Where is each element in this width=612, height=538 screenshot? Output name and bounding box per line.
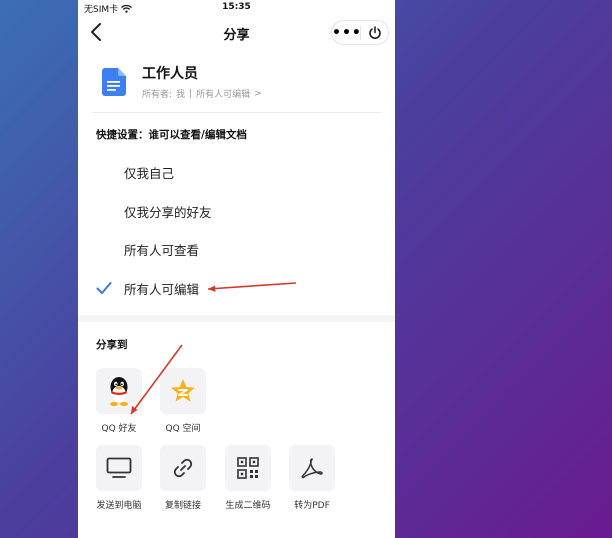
option-shared-friends[interactable]: 仅我分享的好友 <box>78 192 395 230</box>
qq-penguin-icon <box>110 377 128 406</box>
share-tile <box>96 445 142 491</box>
chevron-right-icon: > <box>254 88 262 99</box>
document-meta[interactable]: 所有者: 我 | 所有人可编辑 > <box>142 87 262 101</box>
owner-name: 我 <box>176 90 186 100</box>
checkmark-icon <box>96 282 112 294</box>
share-caption: 转为PDF <box>294 501 330 511</box>
option-label: 所有人可查看 <box>124 243 200 258</box>
option-label: 所有人可编辑 <box>124 282 200 297</box>
status-bar: 无SIM卡 15:35 <box>78 0 395 16</box>
permission-text: 所有人可编辑 <box>196 90 251 100</box>
share-qq-zone[interactable]: QQ 空间 <box>146 368 210 438</box>
share-to-pdf[interactable]: 转为PDF <box>275 445 339 515</box>
option-label: 仅我分享的好友 <box>124 205 212 220</box>
owner-label: 所有者: <box>142 90 173 100</box>
option-only-me[interactable]: 仅我自己 <box>78 153 395 191</box>
share-tile <box>160 445 206 491</box>
share-to-label: 分享到 <box>96 339 128 351</box>
header-divider <box>92 112 381 113</box>
share-tile <box>160 368 206 414</box>
meta-separator: | <box>189 88 193 99</box>
phone-screen: 无SIM卡 15:35 分享 ••• 工作人员 所有者: 我 | 所有人可编辑 … <box>78 0 395 538</box>
section-separator <box>78 315 395 322</box>
option-everyone-view[interactable]: 所有人可查看 <box>78 230 395 268</box>
share-tile <box>289 445 335 491</box>
monitor-icon <box>106 457 132 478</box>
qrcode-icon <box>237 457 259 479</box>
document-header: 工作人员 所有者: 我 | 所有人可编辑 > <box>78 56 395 112</box>
pdf-icon <box>301 458 323 479</box>
document-icon <box>102 68 126 96</box>
share-copy-link[interactable]: 复制链接 <box>146 445 210 515</box>
option-label: 仅我自己 <box>124 166 175 181</box>
quick-settings-label: 快捷设置：谁可以查看/编辑文档 <box>96 129 247 141</box>
document-title: 工作人员 <box>142 66 198 82</box>
option-everyone-edit[interactable]: 所有人可编辑 <box>78 269 395 307</box>
status-time: 15:35 <box>222 2 251 12</box>
share-qq-friend[interactable]: QQ 好友 <box>82 368 146 438</box>
share-send-to-pc[interactable]: 发送到电脑 <box>82 445 146 515</box>
navigation-bar: 分享 ••• <box>78 16 395 50</box>
share-tile <box>96 368 142 414</box>
power-icon <box>368 25 381 39</box>
close-button[interactable] <box>361 25 388 40</box>
share-caption: QQ 空间 <box>165 424 201 434</box>
more-button[interactable]: ••• <box>332 25 361 41</box>
share-tile <box>225 445 271 491</box>
qzone-star-icon <box>171 379 195 402</box>
link-icon <box>173 458 193 478</box>
share-qrcode[interactable]: 生成二维码 <box>211 445 275 515</box>
mini-program-capsule: ••• <box>331 20 389 45</box>
